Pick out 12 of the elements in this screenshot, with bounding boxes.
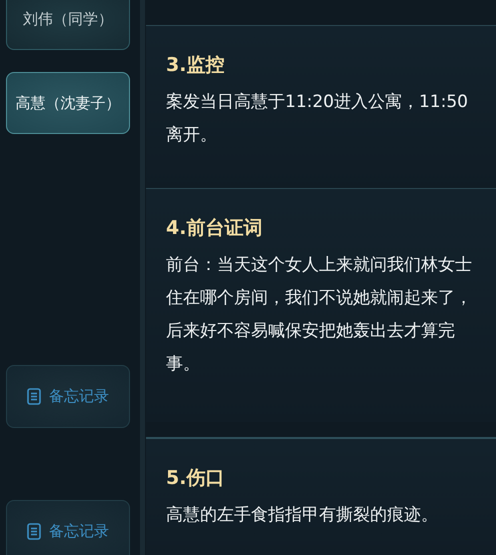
clue-text: 前台：当天这个女人上来就问我们林女士住在哪个房间，我们不说她就闹起来了，后来好不容易喊保安把她轰出去才算完事。 <box>166 254 473 376</box>
notebook-icon <box>27 388 41 405</box>
memo-button[interactable]: 备忘记录 <box>6 500 130 555</box>
clue-title: 4.前台证词 <box>166 216 264 241</box>
clue-text: 案发当日高慧于11:20进入公寓，11:50离开。 <box>166 91 469 147</box>
clue-text: 高慧的左手食指指甲有撕裂的痕迹。 <box>166 504 439 527</box>
suspect-button[interactable]: 刘伟（同学） <box>6 0 130 50</box>
clue-title: 3.监控 <box>166 53 226 78</box>
memo-button[interactable]: 备忘记录 <box>6 365 130 428</box>
suspect-button[interactable]: 高慧（沈妻子） <box>6 72 130 134</box>
notebook-icon <box>27 523 41 540</box>
clue-title: 5.伤口 <box>166 466 226 491</box>
